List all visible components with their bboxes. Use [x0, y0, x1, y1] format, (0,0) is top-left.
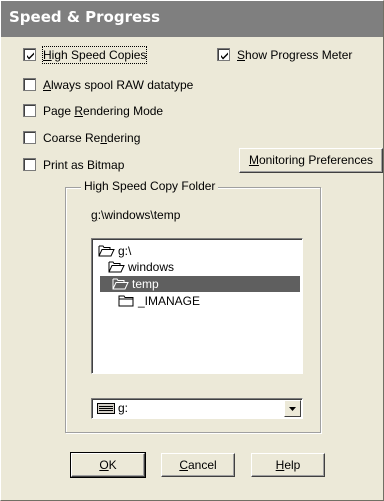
ok-label: OK	[99, 458, 117, 472]
title-bar[interactable]: Speed & Progress	[1, 1, 383, 37]
print-as-bitmap-label: Print as Bitmap	[43, 158, 125, 172]
high-speed-copies-label: High Speed Copies	[41, 46, 148, 64]
chevron-down-icon	[289, 407, 296, 411]
checkbox-box[interactable]	[23, 48, 36, 61]
monitoring-preferences-button[interactable]: Monitoring Preferences	[239, 148, 383, 173]
folder-item-imanage[interactable]: _IMANAGE	[118, 293, 258, 309]
open-folder-icon	[98, 245, 115, 257]
speed-progress-dialog: Speed & Progress High Speed Copies Show …	[0, 0, 384, 501]
drive-select[interactable]: g:	[91, 398, 303, 419]
folder-item-windows[interactable]: windows	[108, 259, 248, 275]
folder-listbox[interactable]: g:\ windows temp _IMANAGE	[91, 238, 303, 374]
checkbox-box[interactable]	[23, 158, 36, 171]
drive-select-value: g:	[118, 401, 129, 415]
drive-dropdown-button[interactable]	[284, 400, 301, 417]
cancel-button[interactable]: Cancel	[161, 453, 235, 477]
checkmark-icon	[221, 52, 228, 60]
open-folder-icon	[108, 261, 125, 273]
checkmark-icon	[27, 52, 34, 60]
folder-item-label: windows	[128, 260, 175, 274]
ok-button[interactable]: OK	[70, 452, 146, 478]
dialog-title: Speed & Progress	[9, 8, 161, 26]
folder-item-label: _IMANAGE	[138, 294, 201, 308]
group-title: High Speed Copy Folder	[81, 179, 219, 193]
always-spool-raw-label: Always spool RAW datatype	[43, 78, 194, 92]
checkbox-box[interactable]	[23, 131, 36, 144]
coarse-rendering-label: Coarse Rendering	[43, 131, 141, 145]
folder-icon	[118, 295, 134, 307]
checkbox-box[interactable]	[217, 48, 230, 61]
page-rendering-mode-label: Page Rendering Mode	[43, 104, 164, 118]
cancel-label: Cancel	[179, 458, 217, 472]
folder-item-temp[interactable]: temp	[100, 276, 300, 292]
folder-item-g-root[interactable]: g:\	[98, 243, 238, 259]
checkbox-box[interactable]	[23, 104, 36, 117]
help-button[interactable]: Help	[251, 453, 325, 477]
open-folder-icon	[112, 278, 129, 290]
folder-item-label: g:\	[118, 244, 132, 258]
drive-icon	[97, 403, 115, 414]
help-label: Help	[275, 458, 301, 472]
folder-item-label: temp	[132, 277, 159, 291]
monitoring-preferences-label: Monitoring Preferences	[248, 153, 374, 167]
current-folder-path: g:\windows\temp	[91, 208, 181, 222]
show-progress-meter-label: Show Progress Meter	[237, 48, 353, 62]
checkbox-box[interactable]	[23, 78, 36, 91]
